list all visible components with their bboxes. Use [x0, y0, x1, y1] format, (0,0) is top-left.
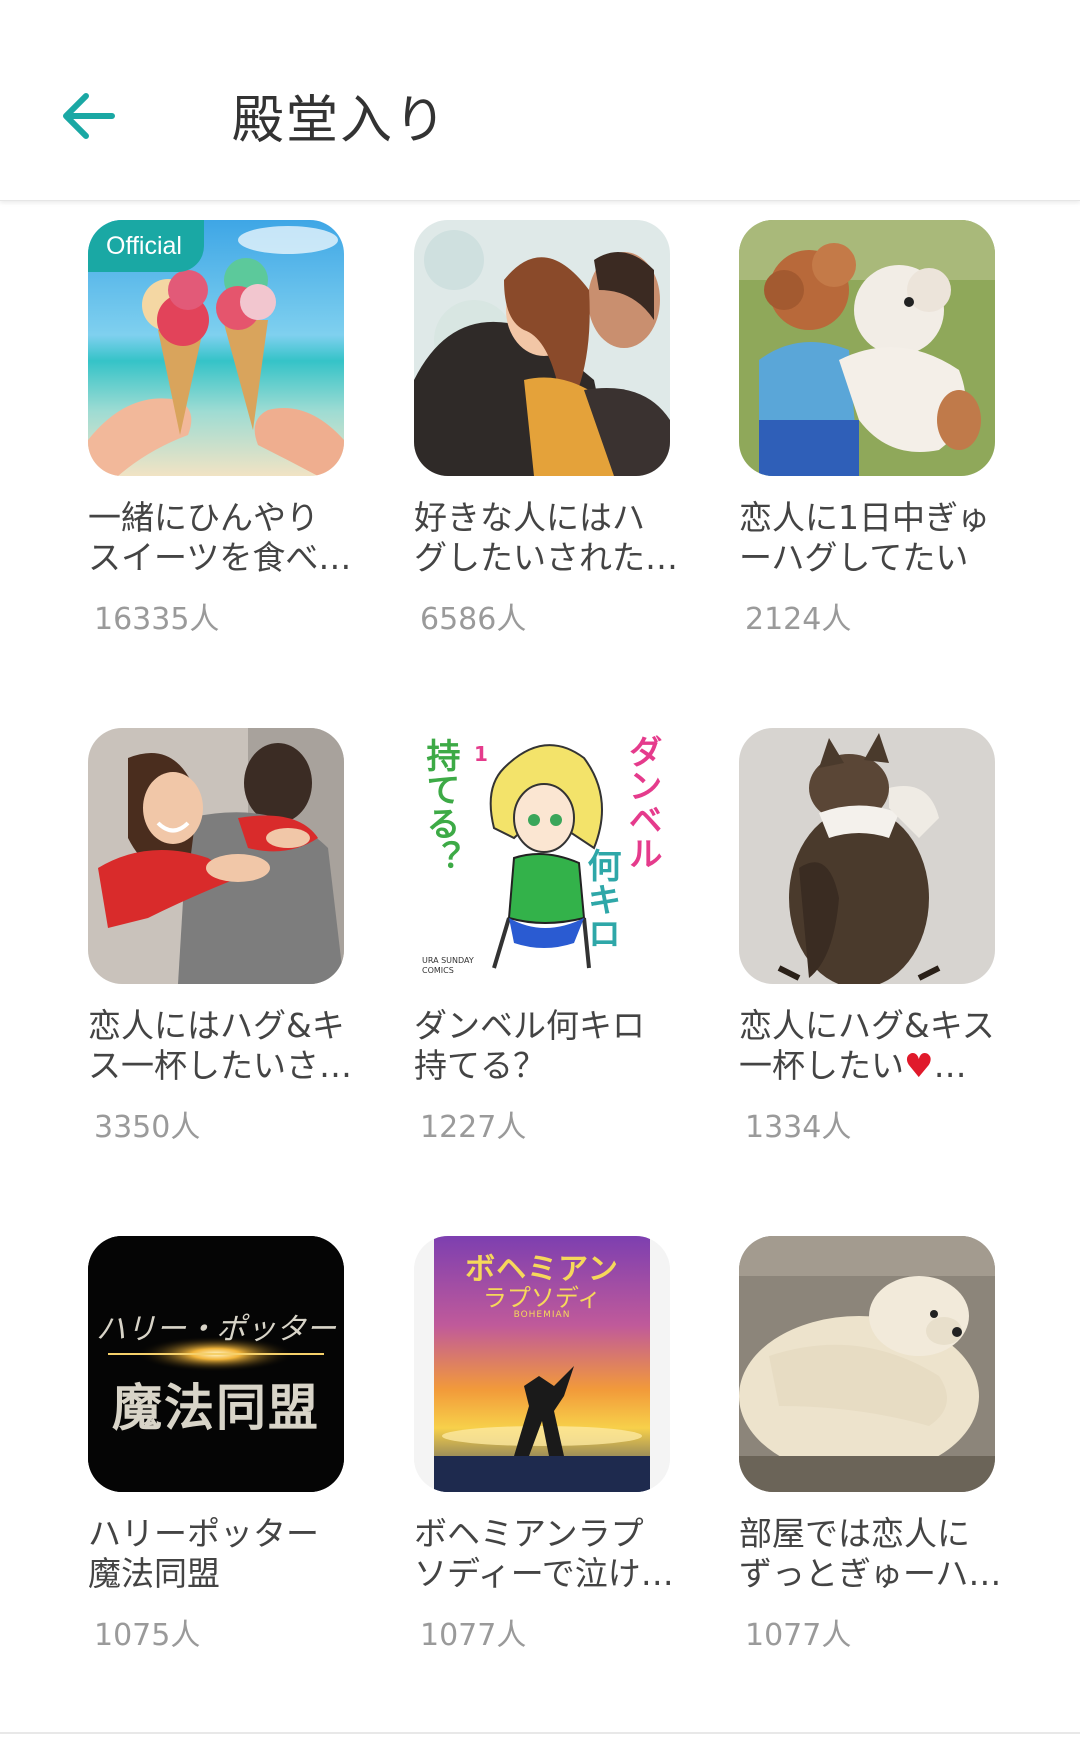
card-title: 好きな人にはハ グしたいされた…: [414, 498, 676, 578]
card-title: 一緒にひんやり スイーツを食べ…: [88, 498, 350, 578]
back-button[interactable]: [50, 76, 130, 156]
card-title-line: 好きな人にはハ: [414, 498, 645, 537]
couple-embrace-image: [88, 728, 344, 984]
card-cats-hug[interactable]: 恋人にハグ&キス 一杯したい♥… 1334人: [739, 728, 1039, 1146]
card-dogs-hug[interactable]: 恋人に1日中ぎゅ ーハグしてたい 2124人: [739, 220, 1039, 638]
polar-bears-hug-image: [739, 1236, 995, 1492]
participant-count: 1077人: [420, 1618, 527, 1653]
card-bohemian-rhapsody[interactable]: ボヘミアン ラプソディ BOHEMIAN ボヘミアンラプ ソディーで泣け… 10…: [414, 1236, 714, 1654]
card-thumbnail: [414, 220, 670, 476]
participant-count: 16335人: [94, 602, 220, 637]
card-thumbnail: [739, 728, 995, 984]
card-title-line: 恋人にハグ&キス: [739, 1006, 995, 1045]
card-title: 恋人にはハグ&キ ス一杯したいさ…: [88, 1006, 350, 1086]
card-title-line: ずっとぎゅーハ…: [739, 1554, 1001, 1593]
manga-volume-number: 1: [474, 742, 488, 766]
card-thumbnail: [739, 1236, 995, 1492]
card-title-line: 一緒にひんやり: [88, 498, 319, 537]
manga-publisher-label: URA SUNDAY COMICS: [422, 956, 474, 975]
card-polar-bears[interactable]: 部屋では恋人に ずっとぎゅーハ… 1077人: [739, 1236, 1039, 1654]
participant-count: 1227人: [420, 1110, 527, 1145]
poster-small-text: BOHEMIAN: [513, 1310, 571, 1320]
card-title: 部屋では恋人に ずっとぎゅーハ…: [739, 1514, 1001, 1594]
card-hug-couple[interactable]: 好きな人にはハ グしたいされた… 6586人: [414, 220, 714, 638]
card-title-line: ソディーで泣け…: [414, 1554, 674, 1593]
card-title-line: グしたいされた…: [414, 538, 676, 577]
card-title-text: 一杯したい: [739, 1046, 904, 1085]
card-title-line: スイーツを食べ…: [88, 538, 350, 577]
card-dumbbell[interactable]: ダンベル 何キロ 持てる？ 1 URA SUNDAY COMICS ダンベル何キ…: [414, 728, 714, 1146]
card-thumbnail: [739, 220, 995, 476]
card-ice-cream[interactable]: Official 一緒にひんやり スイーツを食べ… 16335人: [88, 220, 388, 638]
harry-potter-logo-image: [88, 1236, 344, 1492]
card-title-line: ス一杯したいさ…: [88, 1046, 350, 1085]
card-thumbnail: [88, 728, 344, 984]
poster-subtitle-text: ラプソディ: [482, 1284, 602, 1312]
bottom-divider: [0, 1732, 1080, 1734]
couple-hug-image: [414, 220, 670, 476]
card-title-line: 一杯したい♥…: [739, 1046, 1001, 1086]
manga-vertical-title-b: 何キロ: [581, 848, 621, 950]
card-title-line: ハリーポッター: [88, 1514, 319, 1553]
card-title: ハリーポッター 魔法同盟: [88, 1514, 350, 1594]
official-badge: Official: [88, 220, 204, 272]
manga-left-title: 持てる？: [420, 738, 460, 874]
participant-count: 1077人: [745, 1618, 852, 1653]
card-thumbnail: Official: [88, 220, 344, 476]
participant-count: 1334人: [745, 1110, 852, 1145]
card-hug-kiss[interactable]: 恋人にはハグ&キ ス一杯したいさ… 3350人: [88, 728, 388, 1146]
card-title-line: 恋人にはハグ&キ: [88, 1006, 345, 1045]
app-header: 殿堂入り: [0, 0, 1080, 201]
card-title: 恋人に1日中ぎゅ ーハグしてたい: [739, 498, 1001, 578]
participant-count: 3350人: [94, 1110, 201, 1145]
participant-count: 2124人: [745, 602, 852, 637]
page-title: 殿堂入り: [232, 91, 449, 151]
card-title-line: 恋人に1日中ぎゅ: [739, 498, 991, 537]
card-thumbnail: ハリー・ポッター 魔法同盟: [88, 1236, 344, 1492]
participant-count: 6586人: [420, 602, 527, 637]
card-title: ダンベル何キロ 持てる？: [414, 1006, 676, 1086]
card-title-line: 魔法同盟: [88, 1554, 220, 1593]
card-harry-potter[interactable]: ハリー・ポッター 魔法同盟 ハリーポッター 魔法同盟 1075人: [88, 1236, 388, 1654]
card-title-line: 持てる？: [414, 1046, 546, 1085]
participant-count: 1075人: [94, 1618, 201, 1653]
dogs-hug-image: [739, 220, 995, 476]
card-title: ボヘミアンラプ ソディーで泣け…: [414, 1514, 676, 1594]
heart-icon: ♥: [904, 1046, 934, 1085]
card-thumbnail: ボヘミアン ラプソディ BOHEMIAN: [414, 1236, 670, 1492]
arrow-left-icon: [63, 93, 115, 139]
card-title-line: ボヘミアンラプ: [414, 1514, 644, 1553]
cats-hug-image: [739, 728, 995, 984]
card-title-line: ダンベル何キロ: [414, 1006, 645, 1045]
card-title: 恋人にハグ&キス 一杯したい♥…: [739, 1006, 1001, 1086]
card-thumbnail: ダンベル 何キロ 持てる？ 1 URA SUNDAY COMICS: [414, 728, 670, 984]
card-title-ellipsis: …: [933, 1046, 967, 1085]
card-title-line: 部屋では恋人に: [739, 1514, 970, 1553]
logo-top-text: ハリー・ポッター: [96, 1312, 336, 1347]
logo-bottom-text: 魔法同盟: [112, 1379, 320, 1437]
manga-vertical-title-a: ダンベル: [622, 734, 662, 870]
card-title-line: ーハグしてたい: [739, 538, 969, 577]
